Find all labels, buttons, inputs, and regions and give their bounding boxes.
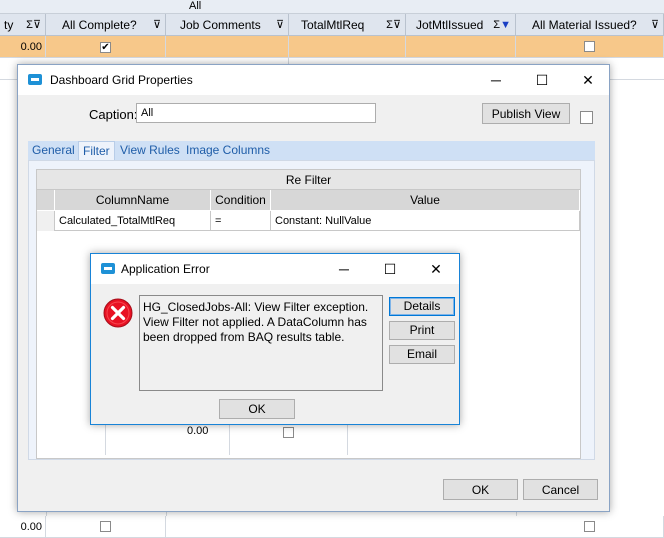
grid-group-label: All	[189, 0, 202, 12]
sum-filter-active-icon[interactable]: Σ▼	[493, 14, 511, 35]
checkbox-checked[interactable]	[100, 42, 111, 53]
checkbox	[283, 427, 294, 438]
grid-column-header-totalmtlreq[interactable]: TotalMtlReq Σ⊽	[289, 14, 406, 36]
grid-cell-comments[interactable]	[166, 36, 289, 58]
error-dialog-title: Application Error	[121, 262, 210, 276]
grid-column-header-all-complete[interactable]: All Complete? ⊽	[46, 14, 166, 36]
grid-group-bar: All	[0, 0, 664, 14]
grid-cell-totalmtlreq[interactable]	[289, 36, 406, 58]
cancel-button[interactable]: Cancel	[523, 479, 598, 500]
caption-label: Caption:	[89, 107, 138, 122]
error-icon	[103, 298, 133, 328]
grid-column-header-all-material-issued[interactable]: All Material Issued? ⊽	[516, 14, 664, 36]
tab-strip: General Filter View Rules Image Columns	[28, 141, 595, 160]
print-button[interactable]: Print	[389, 321, 455, 340]
filter-grid-title: Re Filter	[37, 170, 580, 190]
filter-cell-value[interactable]: Constant: NullValue	[271, 211, 580, 231]
details-button[interactable]: Details	[389, 297, 455, 316]
filter-cell-condition[interactable]: =	[211, 211, 271, 231]
filter-icon[interactable]: ⊽	[276, 14, 284, 35]
minimize-icon[interactable]: ─	[473, 65, 519, 95]
checkbox[interactable]	[100, 521, 111, 532]
dialog-titlebar[interactable]: Dashboard Grid Properties ─ ☐ ✕	[18, 65, 609, 95]
row-selector-header	[37, 190, 55, 210]
filter-icon[interactable]: ⊽	[651, 14, 659, 35]
grid-column-header-qty[interactable]: ty Σ⊽	[0, 14, 46, 36]
application-error-dialog: Application Error ─ ☐ ✕ HG_ClosedJobs-Al…	[90, 253, 460, 425]
grid-cell-jotmtlissued[interactable]	[406, 36, 516, 58]
checkbox[interactable]	[584, 41, 595, 52]
column-header-condition[interactable]: Condition	[211, 190, 271, 210]
app-icon	[101, 263, 115, 274]
close-icon[interactable]: ✕	[565, 65, 611, 95]
maximize-icon[interactable]: ☐	[519, 65, 565, 95]
table-row[interactable]: 0.00	[0, 36, 664, 58]
checkbox[interactable]	[584, 521, 595, 532]
publish-view-button[interactable]: Publish View	[482, 103, 570, 124]
grid-cell-all-complete[interactable]	[46, 36, 166, 58]
publish-checkbox[interactable]	[580, 111, 593, 124]
close-icon[interactable]: ✕	[413, 254, 459, 284]
ok-button[interactable]: OK	[443, 479, 518, 500]
background-value: 0.00	[187, 425, 209, 437]
grid-column-header-job-comments[interactable]: Job Comments ⊽	[166, 14, 289, 36]
row-selector[interactable]	[37, 211, 55, 231]
grid-cell-qty[interactable]: 0.00	[0, 36, 46, 58]
tab-filter[interactable]: Filter	[78, 141, 115, 160]
grid-cell-material-issued[interactable]	[516, 36, 664, 58]
maximize-icon[interactable]: ☐	[367, 254, 413, 284]
tab-general[interactable]: General	[28, 141, 79, 160]
filter-icon[interactable]: ⊽	[153, 14, 161, 35]
filter-cell-columnname[interactable]: Calculated_TotalMtlReq	[55, 211, 211, 231]
column-header-columnname[interactable]: ColumnName	[55, 190, 211, 210]
error-dialog-titlebar[interactable]: Application Error ─ ☐ ✕	[91, 254, 459, 284]
dialog-title: Dashboard Grid Properties	[50, 73, 193, 87]
column-header-value[interactable]: Value	[271, 190, 580, 210]
email-button[interactable]: Email	[389, 345, 455, 364]
tab-view-rules[interactable]: View Rules	[116, 141, 184, 160]
grid-column-header-jotmtlissued[interactable]: JotMtlIssued Σ▼	[406, 14, 516, 36]
sum-filter-icon[interactable]: Σ⊽	[26, 14, 41, 35]
caption-input[interactable]: All	[136, 103, 376, 123]
error-ok-button[interactable]: OK	[219, 399, 295, 419]
minimize-icon[interactable]: ─	[321, 254, 367, 284]
tab-image-columns[interactable]: Image Columns	[182, 141, 274, 160]
error-message-box[interactable]: HG_ClosedJobs-All: View Filter exception…	[139, 295, 383, 391]
app-icon	[28, 74, 42, 85]
sum-filter-icon[interactable]: Σ⊽	[386, 14, 401, 35]
